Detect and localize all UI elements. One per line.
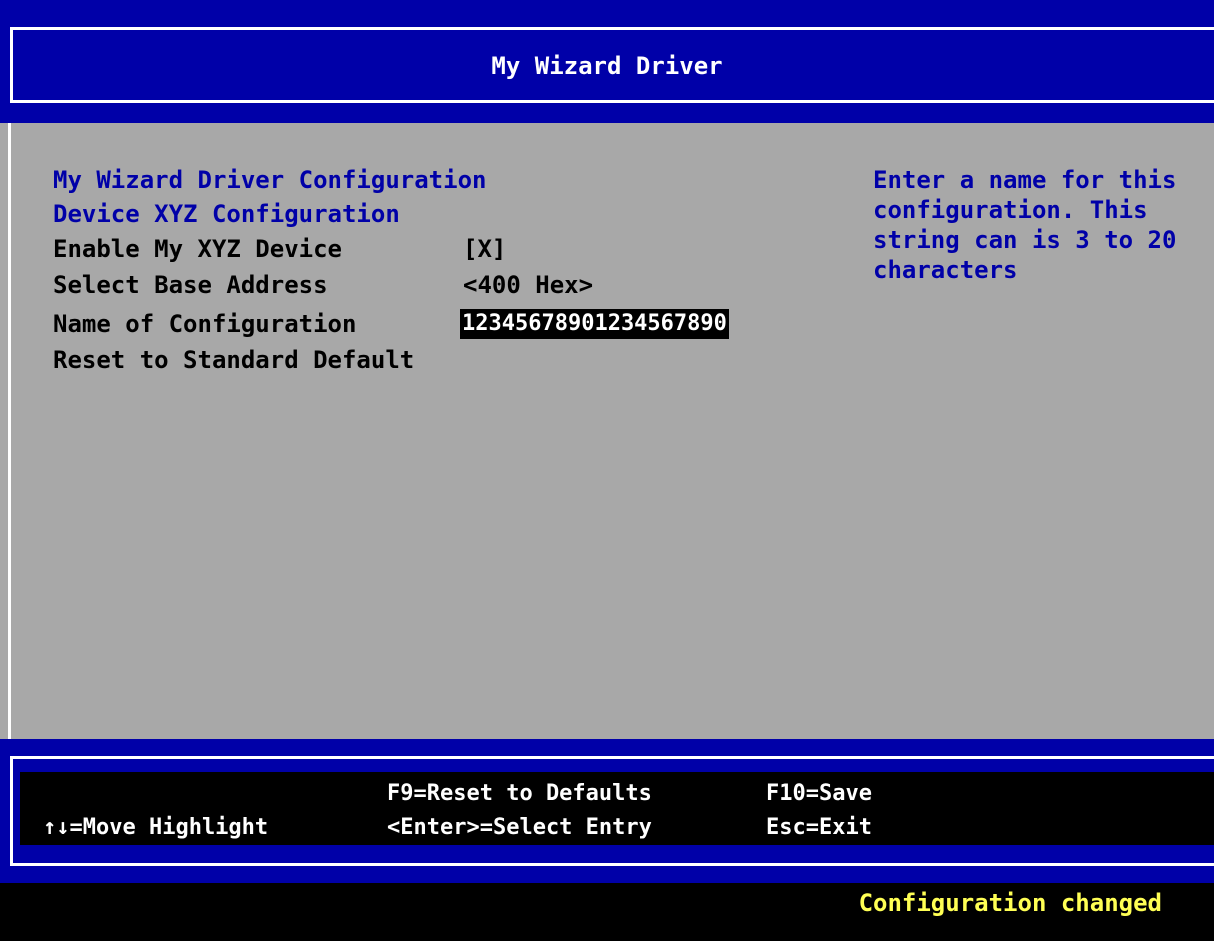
form-heading-driver-config: My Wizard Driver Configuration	[53, 166, 487, 194]
config-name-input[interactable]: 12345678901234567890	[460, 309, 729, 339]
base-address-select[interactable]: <400 Hex>	[463, 270, 593, 300]
hint-move-highlight: ↑↓=Move Highlight	[43, 815, 269, 840]
base-address-label: Select Base Address	[53, 271, 328, 299]
page-title: My Wizard Driver	[491, 52, 723, 80]
footer-border-bottom	[10, 863, 1214, 866]
footer-border-top	[10, 756, 1214, 759]
help-line: Enter a name for this	[873, 166, 1177, 194]
enable-device-label: Enable My XYZ Device	[53, 235, 342, 263]
help-line: configuration. This	[873, 196, 1148, 224]
hint-f10-save: F10=Save	[766, 781, 872, 806]
hint-enter-select: <Enter>=Select Entry	[387, 815, 652, 840]
help-text: Enter a name for this configuration. Thi…	[873, 165, 1203, 285]
footer-border-left	[10, 756, 13, 866]
help-line: characters	[873, 256, 1018, 284]
enable-device-checkbox[interactable]: [X]	[463, 234, 506, 264]
hint-f9-reset: F9=Reset to Defaults	[387, 781, 652, 806]
help-line: string can is 3 to 20	[873, 226, 1177, 254]
form-heading-device-config: Device XYZ Configuration	[53, 200, 400, 228]
form-panel-border	[8, 123, 11, 739]
config-name-label: Name of Configuration	[53, 310, 357, 338]
status-message: Configuration changed	[858, 889, 1162, 917]
header-border-bottom	[10, 100, 1214, 103]
header-border-top	[10, 27, 1214, 30]
reset-default-item[interactable]: Reset to Standard Default	[53, 345, 414, 375]
hint-esc-exit: Esc=Exit	[766, 815, 872, 840]
